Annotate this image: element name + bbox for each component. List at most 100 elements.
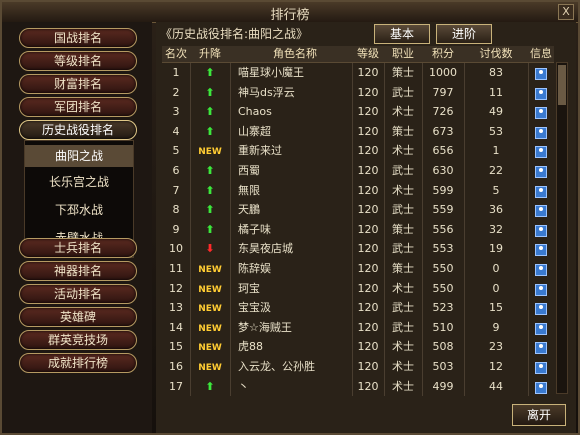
- table-row[interactable]: 4 ⬆ 山寨超 120 策士 673 53: [162, 124, 554, 140]
- player-info-icon[interactable]: [535, 146, 547, 159]
- score-cell: 630: [432, 164, 454, 177]
- advanced-tab-button[interactable]: 进阶: [436, 24, 492, 44]
- leave-button[interactable]: 离开: [512, 404, 566, 426]
- table-row[interactable]: 13 NEW 宝宝汲 120 武士 523 15: [162, 300, 554, 316]
- table-row[interactable]: 12 NEW 珂宝 120 术士 550 0: [162, 281, 554, 297]
- kills-cell: 9: [492, 320, 500, 334]
- new-entry-badge: NEW: [198, 304, 222, 315]
- player-info-icon[interactable]: [535, 264, 547, 276]
- table-row[interactable]: 16 NEW 入云龙、公孙胜 120 术士 503 12: [162, 359, 554, 375]
- info-cell: [528, 261, 554, 277]
- info-cell: [528, 379, 554, 395]
- menu-achievement[interactable]: 成就排行榜: [19, 353, 137, 373]
- name-cell: 入云龙、公孙胜: [238, 360, 315, 373]
- new-entry-badge: NEW: [198, 147, 222, 158]
- rank-up-icon: ⬆: [205, 85, 215, 99]
- rank-up-icon: ⬆: [205, 105, 215, 119]
- info-cell: [528, 300, 554, 316]
- panel-header: 《历史战役排名:曲阳之战》: [160, 27, 309, 41]
- menu-hero-monument[interactable]: 英雄碑: [19, 307, 137, 327]
- scrollbar-thumb[interactable]: [558, 65, 566, 105]
- table-header: 名次 升降 角色名称 等级 职业 积分 讨伐数 信息: [162, 46, 554, 63]
- header-class[interactable]: 职业: [384, 46, 422, 62]
- score-cell: 510: [432, 320, 454, 334]
- rank-cell: 15: [169, 340, 183, 354]
- table-row[interactable]: 15 NEW 虎88 120 术士 508 23: [162, 339, 554, 355]
- header-score[interactable]: 积分: [422, 46, 464, 62]
- info-cell: [528, 163, 554, 179]
- header-rank[interactable]: 名次: [162, 46, 190, 62]
- menu-national-war[interactable]: 国战排名: [19, 28, 137, 48]
- player-info-icon[interactable]: [535, 244, 547, 257]
- score-cell: 550: [432, 281, 454, 295]
- rank-cell: 16: [169, 360, 183, 373]
- table-row[interactable]: 1 ⬆ 喵星球小魔王 120 策士 1000 83: [162, 65, 554, 81]
- close-button[interactable]: X: [558, 4, 574, 20]
- player-info-icon[interactable]: [535, 185, 547, 198]
- submenu-changle[interactable]: 长乐宫之战: [25, 171, 133, 193]
- name-cell: 西蜀: [238, 164, 260, 177]
- player-info-icon[interactable]: [535, 166, 547, 178]
- player-info-icon[interactable]: [535, 322, 547, 335]
- player-info-icon[interactable]: [535, 107, 547, 120]
- table-row[interactable]: 5 NEW 重新来过 120 术士 656 1: [162, 143, 554, 159]
- menu-level[interactable]: 等级排名: [19, 51, 137, 71]
- table-row[interactable]: 17 ⬆ 丶 120 术士 499 44: [162, 379, 554, 395]
- header-kills[interactable]: 讨伐数: [464, 46, 528, 62]
- menu-artifact[interactable]: 神器排名: [19, 261, 137, 281]
- class-cell: 武士: [392, 301, 414, 315]
- table-row[interactable]: 7 ⬆ 無限 120 术士 599 5: [162, 183, 554, 199]
- basic-tab-button[interactable]: 基本: [374, 24, 430, 44]
- player-info-icon[interactable]: [535, 68, 547, 80]
- header-name[interactable]: 角色名称: [230, 46, 352, 62]
- submenu-quyang[interactable]: 曲阳之战: [25, 145, 133, 167]
- info-cell: [528, 143, 554, 159]
- name-cell: 神马ds浮云: [238, 85, 295, 99]
- table-row[interactable]: 6 ⬆ 西蜀 120 武士 630 22: [162, 163, 554, 179]
- new-entry-badge: NEW: [198, 265, 222, 275]
- score-cell: 556: [432, 222, 454, 236]
- table-row[interactable]: 8 ⬆ 天鵬 120 武士 559 36: [162, 202, 554, 218]
- menu-historic-battle[interactable]: 历史战役排名: [19, 120, 137, 140]
- table-row[interactable]: 11 NEW 陈辞娱 120 策士 550 0: [162, 261, 554, 277]
- kills-cell: 11: [489, 85, 503, 99]
- info-cell: [528, 222, 554, 238]
- player-info-icon[interactable]: [535, 303, 547, 316]
- table-row[interactable]: 3 ⬆ Chaos 120 术士 726 49: [162, 104, 554, 120]
- kills-cell: 53: [489, 124, 503, 138]
- table-row[interactable]: 10 ⬇ 东昊夜店城 120 武士 553 19: [162, 241, 554, 257]
- kills-cell: 44: [489, 379, 503, 393]
- header-level[interactable]: 等级: [352, 46, 384, 62]
- level-cell: 120: [357, 242, 379, 256]
- rank-cell: 2: [172, 85, 180, 99]
- player-info-icon[interactable]: [535, 205, 547, 218]
- submenu-xiapi[interactable]: 下邳水战: [25, 199, 133, 221]
- table-row[interactable]: 9 ⬆ 橘子味 120 策士 556 32: [162, 222, 554, 238]
- menu-legion[interactable]: 军团排名: [19, 97, 137, 117]
- player-info-icon[interactable]: [535, 224, 547, 237]
- player-info-icon[interactable]: [535, 283, 547, 296]
- player-info-icon[interactable]: [535, 87, 547, 100]
- kills-cell: 23: [489, 340, 503, 354]
- info-cell: [528, 339, 554, 355]
- menu-soldier[interactable]: 士兵排名: [19, 238, 137, 258]
- change-cell: ⬆: [190, 163, 230, 179]
- header-change[interactable]: 升降: [190, 46, 230, 62]
- ranking-window: 排行榜 X 国战排名 等级排名 财富排名 军团排名 历史战役排名 曲阳之战 长乐…: [0, 0, 580, 435]
- header-info[interactable]: 信息: [528, 46, 554, 62]
- table-row[interactable]: 14 NEW 梦☆海贼王 120 武士 510 9: [162, 320, 554, 336]
- rank-cell: 11: [169, 262, 183, 275]
- kills-cell: 12: [489, 360, 503, 373]
- class-cell: 术士: [392, 183, 414, 197]
- menu-event[interactable]: 活动排名: [19, 284, 137, 304]
- player-info-icon[interactable]: [535, 126, 547, 139]
- player-info-icon[interactable]: [535, 342, 547, 355]
- player-info-icon[interactable]: [535, 362, 547, 374]
- player-info-icon[interactable]: [535, 381, 547, 394]
- table-row[interactable]: 2 ⬆ 神马ds浮云 120 武士 797 11: [162, 85, 554, 101]
- table-scrollbar[interactable]: [556, 62, 568, 394]
- class-cell: 武士: [392, 242, 414, 256]
- menu-arena[interactable]: 群英竞技场: [19, 330, 137, 350]
- menu-wealth[interactable]: 财富排名: [19, 74, 137, 94]
- name-cell: 天鵬: [238, 203, 260, 217]
